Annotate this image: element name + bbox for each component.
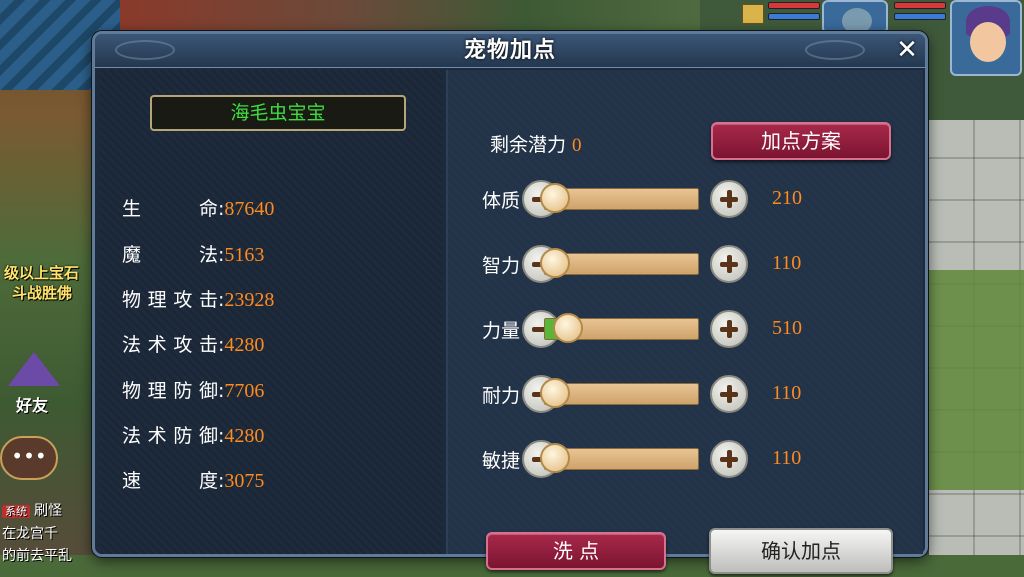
stat-row-magic-atk: 法术攻击:4280 (122, 330, 264, 356)
scene-grass-right (929, 270, 1024, 490)
confirm-points-button[interactable]: 确认加点 (709, 528, 893, 574)
stat-value: 4280 (224, 334, 265, 356)
increase-button[interactable] (710, 180, 748, 218)
stat-value: 23928 (224, 289, 275, 311)
pet-portrait[interactable] (822, 0, 888, 34)
player-portrait[interactable] (950, 0, 1022, 76)
stat-label: 魔法 (122, 244, 218, 266)
friends-icon (8, 352, 60, 386)
pet-points-dialog: 宠物加点 ✕ 海毛虫宝宝 生命:87640 魔法:5163 物理攻击:23928… (92, 31, 928, 574)
scene-caption-1: 级以上宝石 (4, 264, 80, 282)
attribute-name: 智力 (482, 255, 521, 277)
stat-label: 生命 (122, 198, 218, 220)
stat-row-speed: 速度:3075 (122, 466, 264, 492)
slider-handle[interactable] (540, 378, 570, 408)
reset-points-button[interactable]: 洗 点 (486, 532, 666, 570)
scene-caption-2: 斗战胜佛 (12, 284, 73, 302)
hp-bar (768, 2, 820, 9)
plus-icon (726, 255, 732, 273)
player-mp-bar (894, 13, 946, 20)
stat-label: 物理攻击 (122, 289, 218, 311)
plus-icon (726, 450, 732, 468)
close-button[interactable]: ✕ (893, 36, 921, 64)
plus-icon (726, 190, 732, 208)
attribute-value: 110 (772, 447, 802, 469)
attribute-row: 敏捷 110 (482, 440, 912, 480)
slider-handle[interactable] (540, 443, 570, 473)
pet-info-panel: 海毛虫宝宝 生命:87640 魔法:5163 物理攻击:23928 法术攻击:4… (100, 70, 442, 554)
slider-handle[interactable] (552, 313, 583, 343)
stat-row-phys-def: 物理防御:7706 (122, 376, 264, 402)
mp-bar (768, 13, 820, 20)
chat-line: 系统 刷怪 (2, 500, 72, 523)
stat-value: 87640 (224, 198, 275, 220)
dialog-title-bar: 宠物加点 ✕ (95, 34, 925, 68)
chat-line: 的前去平乱 (2, 548, 72, 564)
close-icon: ✕ (896, 35, 918, 65)
remaining-label: 剩余潜力 (490, 134, 567, 156)
chat-button[interactable]: ••• (0, 436, 58, 480)
increase-button[interactable] (710, 440, 748, 478)
pet-name: 海毛虫宝宝 (150, 95, 406, 131)
stat-row-magic-def: 法术防御:4280 (122, 421, 264, 447)
attribute-value: 210 (772, 187, 802, 209)
plus-icon (726, 320, 732, 338)
increase-button[interactable] (710, 310, 748, 348)
point-allocation-panel: 剩余潜力 0 加点方案 体质 210 智力 110 力量 510 耐力 110 敏捷 110 洗 点… (446, 70, 923, 574)
player-hp-bar (894, 2, 946, 9)
slider-handle[interactable] (540, 248, 570, 278)
friends-button[interactable]: 好友 (2, 352, 64, 415)
buff-icon[interactable] (742, 4, 764, 24)
remaining-value: 0 (572, 135, 582, 156)
friends-label: 好友 (16, 396, 49, 415)
attribute-row: 体质 210 (482, 180, 912, 220)
player-face (970, 22, 1006, 62)
attribute-value: 110 (772, 252, 802, 274)
increase-button[interactable] (710, 375, 748, 413)
attribute-name: 敏捷 (482, 450, 521, 472)
pet-status-bars (768, 2, 820, 24)
dialog-title: 宠物加点 (463, 38, 556, 63)
stat-label: 速度 (122, 470, 218, 492)
chat-tag: 系统 (2, 505, 30, 518)
scene-top (120, 0, 700, 32)
attribute-row: 力量 510 (482, 310, 912, 350)
stat-row-hp: 生命:87640 (122, 194, 274, 220)
plus-icon (726, 385, 732, 403)
chat-log: 系统 刷怪 在龙宫千 的前去平乱 (2, 500, 72, 567)
attribute-value: 110 (772, 382, 802, 404)
player-status-bars (894, 2, 946, 24)
stat-value: 5163 (224, 244, 265, 266)
stat-row-mp: 魔法:5163 (122, 240, 264, 266)
stat-value: 7706 (224, 380, 265, 402)
attribute-row: 耐力 110 (482, 375, 912, 415)
plan-button[interactable]: 加点方案 (711, 122, 891, 160)
speech-bubble-icon: ••• (11, 444, 47, 468)
attribute-name: 耐力 (482, 385, 521, 407)
attribute-value: 510 (772, 317, 802, 339)
stat-label: 物理防御 (122, 380, 218, 402)
stat-value: 3075 (224, 470, 265, 492)
stat-label: 法术攻击 (122, 334, 218, 356)
remaining-potential: 剩余潜力 0 (490, 130, 582, 157)
stat-row-phys-atk: 物理攻击:23928 (122, 285, 274, 311)
attribute-row: 智力 110 (482, 245, 912, 285)
stat-label: 法术防御 (122, 425, 218, 447)
chat-line: 在龙宫千 (2, 526, 58, 542)
attribute-name: 力量 (482, 320, 521, 342)
attribute-name: 体质 (482, 190, 521, 212)
slider-handle[interactable] (540, 183, 570, 213)
increase-button[interactable] (710, 245, 748, 283)
stat-value: 4280 (224, 425, 265, 447)
